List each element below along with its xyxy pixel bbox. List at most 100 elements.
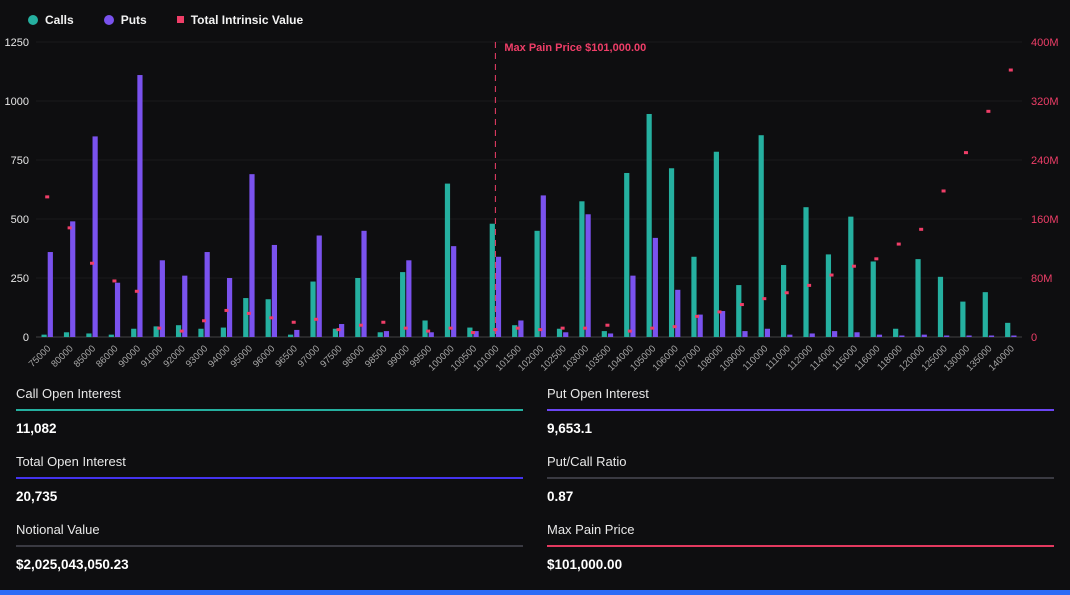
put-bar[interactable]: [742, 331, 747, 337]
call-bar[interactable]: [736, 285, 741, 337]
call-bar[interactable]: [983, 292, 988, 337]
total-intrinsic-value-marker[interactable]: [605, 324, 609, 327]
put-bar[interactable]: [1011, 336, 1016, 338]
total-intrinsic-value-marker[interactable]: [112, 279, 116, 282]
call-bar[interactable]: [1005, 323, 1010, 337]
put-bar[interactable]: [675, 290, 680, 337]
legend-item-calls[interactable]: Calls: [28, 13, 74, 27]
total-intrinsic-value-marker[interactable]: [157, 327, 161, 330]
total-intrinsic-value-marker[interactable]: [897, 243, 901, 246]
max-pain-chart-canvas[interactable]: 0025080M500160M750240M1000320M1250400M75…: [0, 30, 1070, 374]
total-intrinsic-value-marker[interactable]: [292, 321, 296, 324]
put-bar[interactable]: [182, 276, 187, 337]
put-bar[interactable]: [966, 336, 971, 338]
total-intrinsic-value-marker[interactable]: [650, 327, 654, 330]
call-bar[interactable]: [109, 335, 114, 337]
put-bar[interactable]: [272, 245, 277, 337]
call-bar[interactable]: [960, 302, 965, 337]
total-intrinsic-value-marker[interactable]: [830, 274, 834, 277]
call-bar[interactable]: [42, 335, 47, 337]
total-intrinsic-value-marker[interactable]: [561, 327, 565, 330]
total-intrinsic-value-marker[interactable]: [449, 327, 453, 330]
put-bar[interactable]: [698, 315, 703, 337]
call-bar[interactable]: [86, 333, 91, 337]
call-bar[interactable]: [803, 207, 808, 337]
put-bar[interactable]: [70, 221, 75, 337]
call-bar[interactable]: [624, 173, 629, 337]
call-bar[interactable]: [355, 278, 360, 337]
total-intrinsic-value-marker[interactable]: [314, 318, 318, 321]
call-bar[interactable]: [848, 217, 853, 337]
total-intrinsic-value-marker[interactable]: [717, 310, 721, 313]
put-bar[interactable]: [115, 283, 120, 337]
total-intrinsic-value-marker[interactable]: [986, 110, 990, 113]
call-bar[interactable]: [131, 329, 136, 337]
total-intrinsic-value-marker[interactable]: [359, 324, 363, 327]
put-bar[interactable]: [137, 75, 142, 337]
total-intrinsic-value-marker[interactable]: [45, 195, 49, 198]
total-intrinsic-value-marker[interactable]: [135, 290, 139, 293]
total-intrinsic-value-marker[interactable]: [740, 303, 744, 306]
total-intrinsic-value-marker[interactable]: [381, 321, 385, 324]
total-intrinsic-value-marker[interactable]: [471, 331, 475, 334]
put-bar[interactable]: [429, 332, 434, 337]
call-bar[interactable]: [198, 329, 203, 337]
put-bar[interactable]: [227, 278, 232, 337]
put-bar[interactable]: [899, 336, 904, 338]
call-bar[interactable]: [557, 329, 562, 337]
call-bar[interactable]: [378, 332, 383, 337]
call-bar[interactable]: [579, 201, 584, 337]
total-intrinsic-value-marker[interactable]: [202, 319, 206, 322]
call-bar[interactable]: [647, 114, 652, 337]
call-bar[interactable]: [781, 265, 786, 337]
total-intrinsic-value-marker[interactable]: [695, 315, 699, 318]
max-pain-chart[interactable]: 0025080M500160M750240M1000320M1250400M75…: [0, 30, 1070, 374]
call-bar[interactable]: [535, 231, 540, 337]
call-bar[interactable]: [310, 282, 315, 337]
put-bar[interactable]: [205, 252, 210, 337]
call-bar[interactable]: [714, 152, 719, 337]
put-bar[interactable]: [810, 333, 815, 337]
total-intrinsic-value-marker[interactable]: [673, 325, 677, 328]
total-intrinsic-value-marker[interactable]: [1009, 69, 1013, 72]
legend-item-puts[interactable]: Puts: [104, 13, 147, 27]
total-intrinsic-value-marker[interactable]: [337, 328, 341, 331]
put-bar[interactable]: [563, 332, 568, 337]
total-intrinsic-value-marker[interactable]: [852, 265, 856, 268]
total-intrinsic-value-marker[interactable]: [224, 309, 228, 312]
call-bar[interactable]: [602, 331, 607, 337]
put-bar[interactable]: [48, 252, 53, 337]
call-bar[interactable]: [64, 332, 69, 337]
put-bar[interactable]: [294, 330, 299, 337]
put-bar[interactable]: [608, 333, 613, 337]
put-bar[interactable]: [765, 329, 770, 337]
put-bar[interactable]: [989, 336, 994, 338]
call-bar[interactable]: [826, 254, 831, 337]
put-bar[interactable]: [160, 260, 165, 337]
total-intrinsic-value-marker[interactable]: [404, 327, 408, 330]
total-intrinsic-value-marker[interactable]: [90, 262, 94, 265]
legend-item-total-intrinsic-value[interactable]: Total Intrinsic Value: [177, 13, 303, 27]
total-intrinsic-value-marker[interactable]: [762, 297, 766, 300]
call-bar[interactable]: [691, 257, 696, 337]
total-intrinsic-value-marker[interactable]: [68, 226, 72, 229]
call-bar[interactable]: [669, 168, 674, 337]
call-bar[interactable]: [445, 184, 450, 337]
total-intrinsic-value-marker[interactable]: [919, 228, 923, 231]
total-intrinsic-value-marker[interactable]: [807, 284, 811, 287]
call-bar[interactable]: [288, 335, 293, 337]
put-bar[interactable]: [384, 331, 389, 337]
put-bar[interactable]: [787, 335, 792, 337]
total-intrinsic-value-marker[interactable]: [583, 327, 587, 330]
call-bar[interactable]: [422, 320, 427, 337]
call-bar[interactable]: [759, 135, 764, 337]
total-intrinsic-value-marker[interactable]: [426, 330, 430, 333]
total-intrinsic-value-marker[interactable]: [180, 330, 184, 333]
total-intrinsic-value-marker[interactable]: [874, 257, 878, 260]
put-bar[interactable]: [586, 214, 591, 337]
call-bar[interactable]: [490, 224, 495, 337]
put-bar[interactable]: [877, 335, 882, 337]
put-bar[interactable]: [720, 311, 725, 337]
total-intrinsic-value-marker[interactable]: [538, 328, 542, 331]
put-bar[interactable]: [496, 257, 501, 337]
